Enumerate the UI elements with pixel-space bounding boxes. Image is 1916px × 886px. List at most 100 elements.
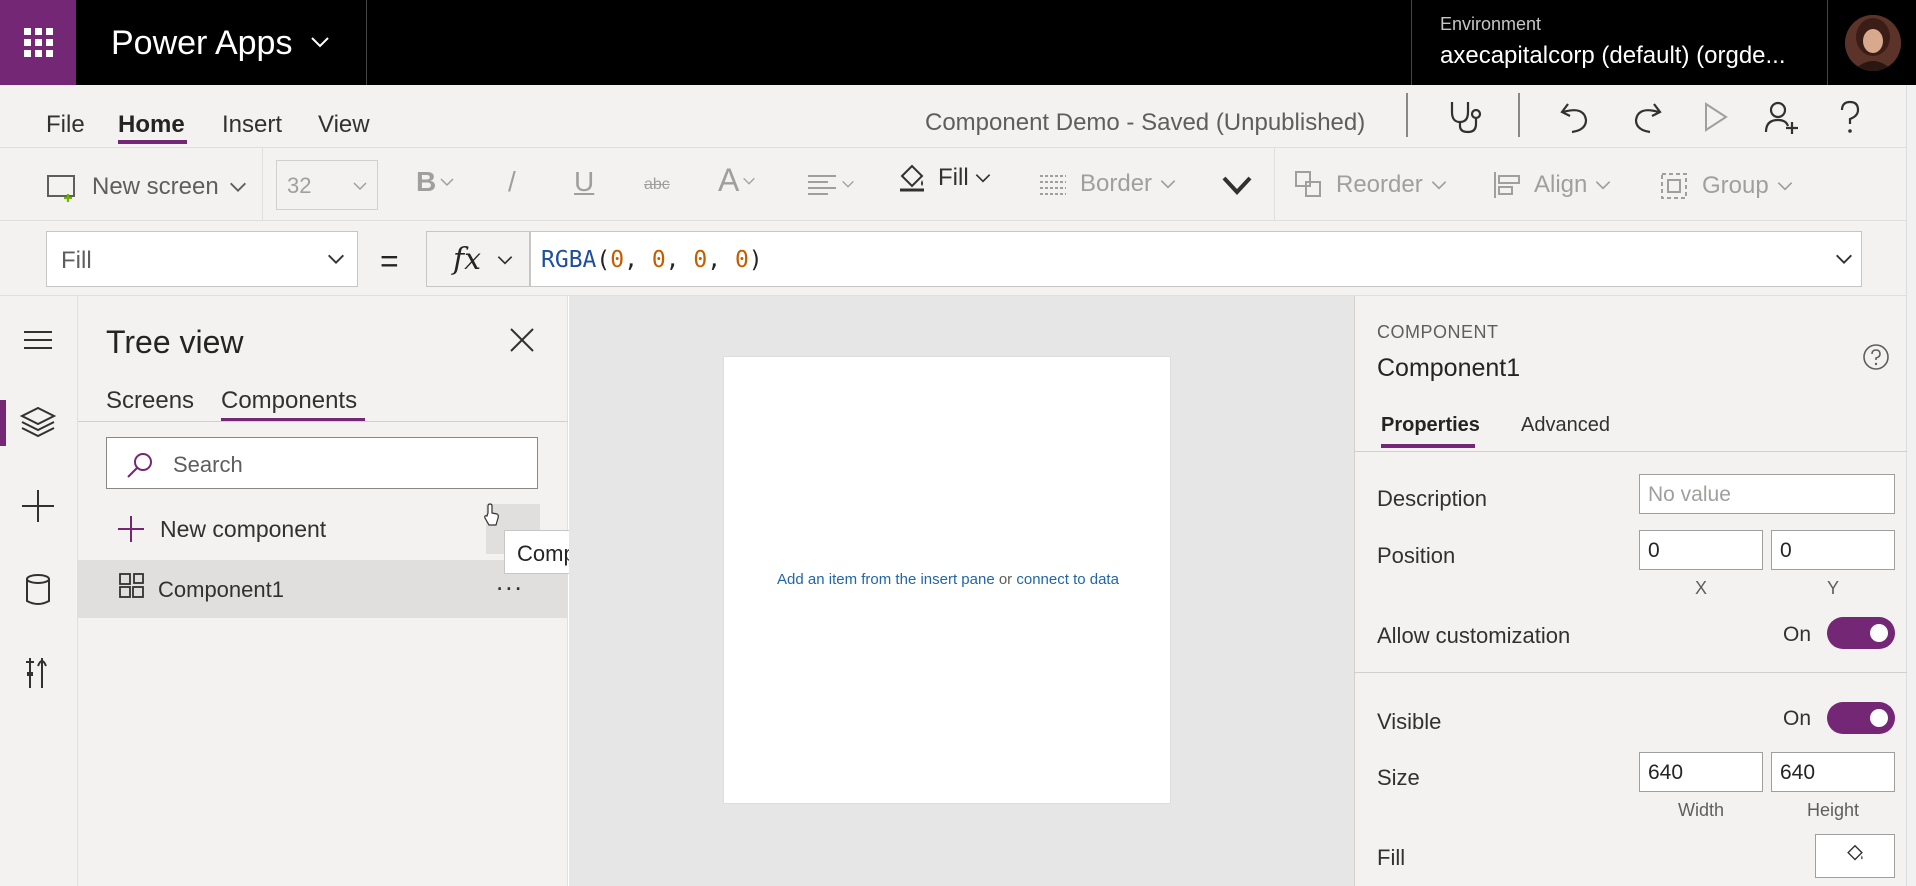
waffle-icon [23,28,53,57]
formula-arg: 0 [610,247,625,273]
reorder-label: Reorder [1336,171,1423,198]
page-scrollbar[interactable] [1906,85,1916,886]
property-dropdown[interactable]: Fill [46,231,358,287]
bold-label: B [416,166,437,197]
underline-button[interactable]: U [574,166,594,198]
new-screen-button[interactable]: New screen [46,170,249,204]
canvas-area: Add an item from the insert pane or conn… [569,296,1354,886]
visible-state: On [1783,707,1812,730]
avatar[interactable] [1845,15,1901,71]
font-size-select[interactable]: 32 [276,160,378,210]
tools-icon[interactable] [18,652,58,692]
italic-button[interactable]: / [508,166,516,198]
chevron-down-icon [1596,181,1611,190]
text-align-button[interactable] [806,170,856,198]
chevron-down-icon[interactable] [308,30,332,54]
undo-icon[interactable] [1556,98,1594,136]
y-caption: Y [1826,578,1839,598]
plus-icon[interactable] [18,486,58,526]
tab-screens[interactable]: Screens [106,387,194,415]
fill-button[interactable]: Fill [896,162,993,194]
help-icon[interactable] [1830,98,1868,136]
pointer-cursor-icon [484,503,499,526]
header-divider [366,0,367,85]
x-caption: X [1694,578,1707,598]
tab-advanced[interactable]: Advanced [1521,414,1610,437]
border-button[interactable]: Border [1038,170,1178,198]
visible-toggle[interactable] [1827,702,1895,734]
strikethrough-button[interactable]: abc [644,176,670,194]
play-icon[interactable] [1696,98,1734,136]
environment-picker[interactable]: axecapitalcorp (default) (orgde... [1440,42,1786,70]
tree-item-component1[interactable]: Component1 ... [78,560,568,618]
help-circle-icon[interactable] [1861,342,1891,372]
app-name[interactable]: Power Apps [111,24,292,63]
menu-home[interactable]: Home [118,111,185,139]
tab-components[interactable]: Components [221,387,357,415]
allow-customization-state: On [1783,623,1812,646]
menu-insert[interactable]: Insert [222,111,282,139]
position-x-field[interactable]: 0 [1639,530,1763,570]
rail-active-indicator [0,400,6,446]
layers-icon[interactable] [18,402,58,442]
menu-file[interactable]: File [46,111,85,139]
close-icon[interactable] [508,326,536,354]
reorder-button[interactable]: Reorder [1294,170,1449,200]
ribbon-expand-chevron-icon[interactable] [1220,170,1254,200]
user-photo-icon [1845,15,1901,71]
width-field[interactable]: 640 [1639,752,1763,792]
menu-view[interactable]: View [318,111,370,139]
align-button[interactable]: Align [1492,170,1613,200]
menu-bar: File Home Insert View Component Demo - S… [0,85,1906,148]
new-component-button[interactable]: New component [116,514,326,544]
formula-arg: 0 [693,247,708,273]
chevron-down-icon [229,182,246,192]
chevron-down-icon [743,177,756,185]
group-button[interactable]: Group [1658,170,1795,202]
property-value: Fill [61,247,92,274]
tab-properties[interactable]: Properties [1381,414,1480,437]
formula-function: RGBA [541,247,597,273]
height-field[interactable]: 640 [1771,752,1895,792]
app-launcher-button[interactable] [0,0,76,85]
divider [78,421,568,422]
position-y-field[interactable]: 0 [1771,530,1895,570]
bold-button[interactable]: B [416,166,456,198]
allow-customization-toggle[interactable] [1827,617,1895,649]
insert-pane-link[interactable]: Add an item from the insert pane [777,571,995,588]
visible-label: Visible [1377,709,1442,734]
panel-eyebrow: COMPONENT [1377,322,1499,342]
chevron-down-icon [440,178,454,187]
stethoscope-icon[interactable] [1446,98,1484,136]
function-button[interactable]: fx [426,231,530,287]
left-rail [0,296,78,886]
document-status: Component Demo - Saved (Unpublished) [925,109,1366,136]
formula-input[interactable]: RGBA(0, 0, 0, 0) [530,231,1862,287]
menu-divider [1406,93,1408,137]
new-screen-icon [47,175,75,202]
formula-bar: Fill = fx RGBA(0, 0, 0, 0) [0,221,1906,296]
redo-icon[interactable] [1628,98,1666,136]
size-label: Size [1377,765,1420,790]
description-field[interactable]: No value [1639,474,1895,514]
component-canvas[interactable]: Add an item from the insert pane or conn… [723,356,1171,804]
hamburger-menu-icon[interactable] [18,320,58,360]
fill-color-picker[interactable] [1815,834,1895,878]
description-label: Description [1377,486,1488,511]
position-label: Position [1377,543,1456,568]
connect-data-link[interactable]: connect to data [1016,571,1119,588]
border-icon [1040,175,1066,195]
fx-icon: fx [453,242,482,277]
chevron-down-icon [497,256,513,265]
chevron-down-icon [1431,181,1446,190]
font-color-button[interactable]: A [718,162,757,199]
search-input[interactable]: Search [106,437,538,489]
height-caption: Height [1806,800,1860,820]
chevron-down-icon [842,180,854,188]
share-user-icon[interactable] [1762,98,1800,136]
database-icon[interactable] [18,570,58,610]
tree-view-title: Tree view [106,324,244,360]
search-icon [127,453,152,478]
chevron-down-icon[interactable] [1833,248,1855,270]
chevron-down-icon [975,174,990,183]
